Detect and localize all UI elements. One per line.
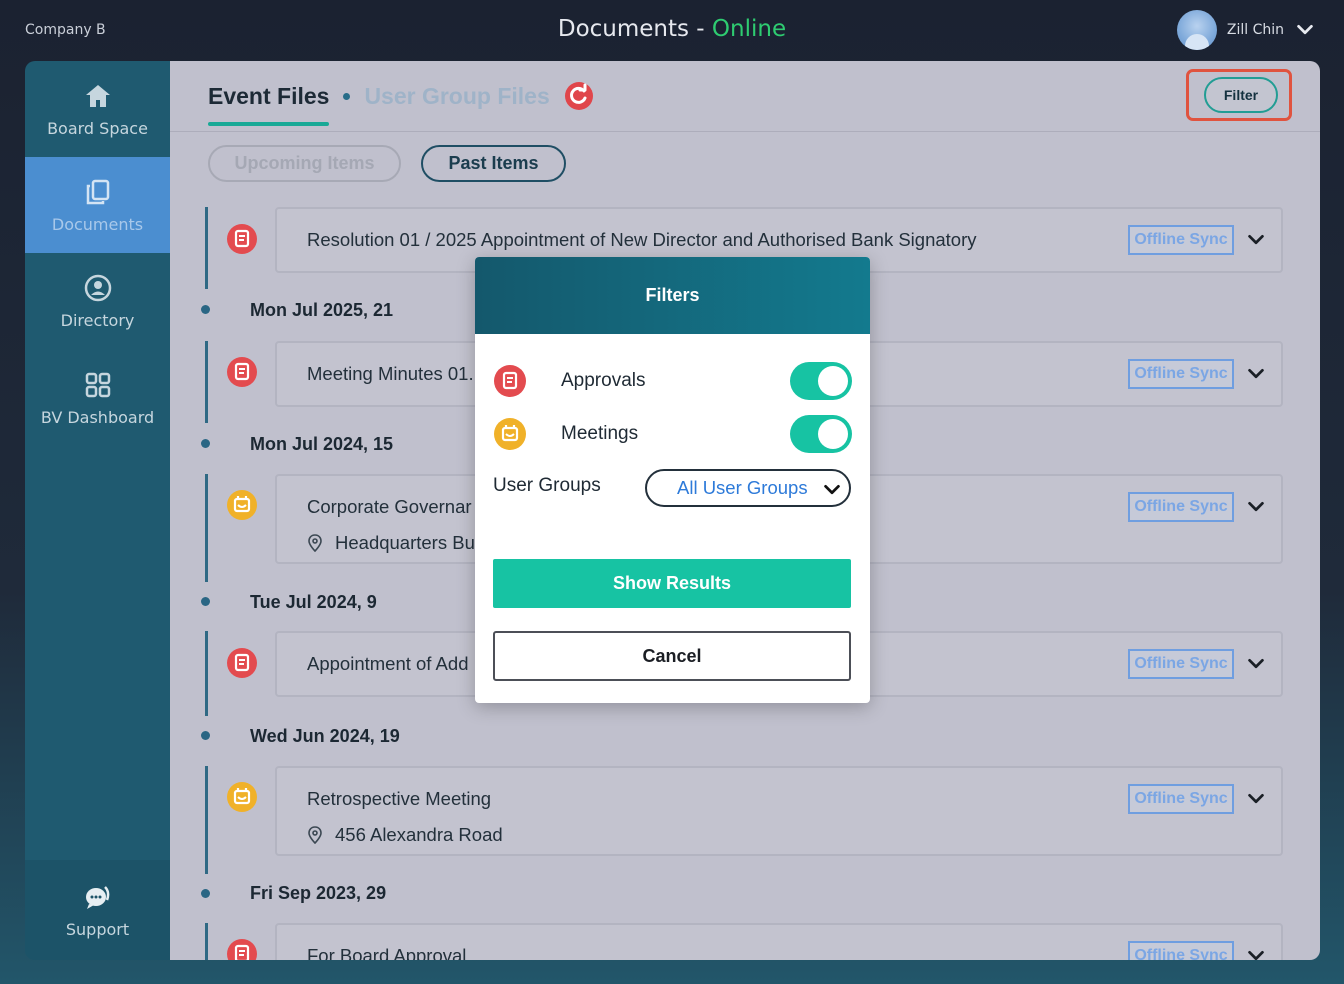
refresh-icon[interactable] [564, 81, 594, 111]
timeline-dot [201, 439, 210, 448]
date-header: Mon Jul 2025, 21 [250, 300, 394, 320]
list-item[interactable]: Retrospective Meeting 456 Alexandra Road… [275, 766, 1283, 856]
cancel-button[interactable]: Cancel [493, 631, 851, 681]
sidebar-item-label: Directory [60, 310, 135, 330]
approvals-toggle[interactable] [790, 362, 852, 400]
timeline-dot [201, 889, 210, 898]
sidebar-item-label: Documents [51, 214, 144, 234]
app-title: Documents - Online [0, 16, 1344, 42]
sidebar-item-label: BV Dashboard [40, 407, 155, 427]
tabs-divider [170, 131, 1320, 132]
timeline-dot [201, 305, 210, 314]
app-title-text: Documents - [557, 16, 712, 42]
chevron-down-icon[interactable] [1245, 945, 1267, 960]
meeting-icon [494, 418, 526, 450]
documents-icon [86, 179, 109, 204]
show-results-button[interactable]: Show Results [493, 559, 851, 608]
support-icon [85, 885, 109, 909]
offline-sync-button[interactable]: Offline Sync [1128, 225, 1234, 255]
user-groups-value: All User Groups [677, 477, 808, 498]
home-icon [85, 84, 110, 107]
item-title: Appointment of Add [307, 653, 469, 674]
item-title: Resolution 01 / 2025 Appointment of New … [307, 229, 977, 250]
filter-highlight: Filter [1186, 69, 1292, 121]
timeline-line [205, 766, 208, 874]
sidebar-item-documents[interactable]: Documents [25, 157, 170, 253]
item-location-text: Headquarters Bu [335, 532, 475, 553]
offline-sync-button[interactable]: Offline Sync [1128, 492, 1234, 522]
tab-user-group-files[interactable]: User Group Files [364, 83, 549, 110]
user-groups-label: User Groups [493, 475, 601, 496]
chevron-down-icon[interactable] [1245, 496, 1267, 518]
filter-button[interactable]: Filter [1204, 77, 1278, 113]
timeline-line [205, 631, 208, 716]
tab-event-files[interactable]: Event Files [208, 83, 330, 126]
sidebar-item-support[interactable]: Support [25, 860, 170, 960]
date-header: Fri Sep 2023, 29 [250, 883, 387, 903]
timeline-line [205, 923, 208, 960]
sidebar-item-directory[interactable]: Directory [25, 253, 170, 349]
approval-icon [227, 648, 257, 678]
sidebar-item-board-space[interactable]: Board Space [25, 61, 170, 157]
approvals-label: Approvals [561, 370, 646, 391]
sidebar-item-bv-dashboard[interactable]: BV Dashboard [25, 350, 170, 446]
filters-modal: Filters Approvals Meetings User Groups A… [475, 257, 870, 703]
upcoming-items-button[interactable]: Upcoming Items [208, 145, 401, 182]
item-location-text: 456 Alexandra Road [335, 824, 503, 845]
dashboard-icon [85, 372, 110, 397]
approval-icon [227, 357, 257, 387]
chevron-down-icon[interactable] [1294, 19, 1316, 41]
chevron-down-icon[interactable] [1245, 653, 1267, 675]
date-header: Tue Jul 2024, 9 [250, 592, 377, 612]
item-location: 456 Alexandra Road [307, 824, 503, 846]
item-title: Retrospective Meeting [307, 788, 492, 809]
list-item[interactable]: For Board Approval Offline Sync [275, 923, 1283, 960]
offline-sync-button[interactable]: Offline Sync [1128, 941, 1234, 960]
tab-bar: Event Files User Group Files [208, 81, 594, 126]
avatar [1176, 10, 1217, 50]
top-bar: Company B Documents - Online Zill Chin [0, 0, 1344, 60]
sidebar-item-label: Board Space [47, 118, 148, 138]
timeline-line [205, 207, 208, 289]
filter-meetings-row: Meetings [493, 414, 852, 454]
chevron-down-icon[interactable] [1245, 788, 1267, 810]
approval-icon [227, 939, 257, 960]
directory-icon [84, 274, 111, 301]
item-location: Headquarters Bu [307, 532, 475, 554]
connection-status: Online [711, 16, 787, 42]
meeting-icon [227, 782, 257, 812]
date-header: Mon Jul 2024, 15 [250, 434, 394, 454]
past-items-button[interactable]: Past Items [421, 145, 566, 182]
item-title: Corporate Governar [307, 496, 472, 517]
user-groups-select[interactable]: All User Groups [645, 469, 851, 507]
sidebar-item-label: Support [65, 919, 130, 939]
tab-separator [343, 92, 351, 100]
approval-icon [227, 224, 257, 254]
meetings-label: Meetings [561, 423, 639, 444]
timeline-line [205, 474, 208, 582]
timeline-dot [201, 597, 210, 606]
chevron-down-icon[interactable] [1245, 363, 1267, 385]
location-pin-icon [308, 534, 322, 552]
timeline-dot [201, 731, 210, 740]
meeting-icon [227, 490, 257, 520]
date-header: Wed Jun 2024, 19 [250, 726, 400, 746]
chevron-down-icon [824, 484, 840, 495]
meetings-toggle[interactable] [790, 415, 852, 453]
chevron-down-icon[interactable] [1245, 229, 1267, 251]
modal-title: Filters [475, 257, 870, 334]
approval-icon [494, 365, 526, 397]
filter-approvals-row: Approvals [493, 361, 852, 401]
user-menu[interactable]: Zill Chin [1176, 10, 1316, 50]
timeline-line [205, 341, 208, 423]
item-title: Meeting Minutes 01. [307, 363, 474, 384]
item-title: For Board Approval [307, 945, 467, 960]
user-name: Zill Chin [1226, 22, 1284, 38]
location-pin-icon [308, 826, 322, 844]
offline-sync-button[interactable]: Offline Sync [1128, 784, 1234, 814]
sidebar: Board Space Documents Directory BV Dashb… [25, 61, 170, 960]
offline-sync-button[interactable]: Offline Sync [1128, 359, 1234, 389]
offline-sync-button[interactable]: Offline Sync [1128, 649, 1234, 679]
